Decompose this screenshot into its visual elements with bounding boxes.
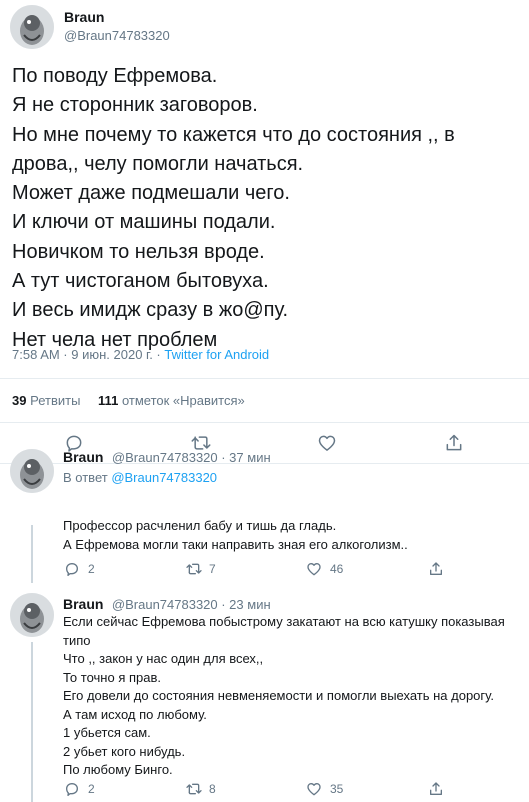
tweet-line: Но мне почему то кажется что до состояни… <box>12 123 455 146</box>
thread-line <box>31 642 33 802</box>
author-handle[interactable]: @Braun74783320 <box>64 28 170 43</box>
like-count: 35 <box>330 782 344 796</box>
tweet-line: Новичком то нельзя вроде. <box>12 240 265 263</box>
tweet-line: И ключи от машины подали. <box>12 211 276 234</box>
retweet-count: 7 <box>209 562 216 576</box>
reply-line: Профессор расчленил бабу и тишь да гладь… <box>63 518 337 533</box>
share-icon[interactable] <box>444 433 464 453</box>
reply-text: Профессор расчленил бабу и тишь да гладь… <box>63 517 408 554</box>
reply-header: Braun @Braun74783320 · 23 мин <box>63 596 271 614</box>
share-icon[interactable] <box>428 781 444 797</box>
reply-line: А там исход по любому. <box>63 706 207 722</box>
tweet-line: дрова,, челу помогли начаться. <box>12 152 304 175</box>
reply-header: Braun @Braun74783320 · 37 мин <box>63 449 271 467</box>
tweet-line: По поводу Ефремова. <box>12 65 218 87</box>
reply-line: А Ефремова могли таки направить зная его… <box>63 536 408 552</box>
retweet-count: 8 <box>209 782 216 796</box>
tweet-line: Может даже подмешали чего. <box>12 182 290 205</box>
heart-icon[interactable] <box>306 561 322 577</box>
tweet-meta: 7:58 AM · 9 июн. 2020 г. · Twitter for A… <box>12 347 269 362</box>
author-handle[interactable]: @Braun74783320 · 23 мин <box>112 597 271 612</box>
in-reply-handle[interactable]: @Braun74783320 <box>111 470 217 485</box>
reply-line: 2 убьет кого нибудь. <box>63 743 186 759</box>
source-link[interactable]: Twitter for Android <box>164 347 269 362</box>
heart-icon[interactable] <box>317 433 337 453</box>
retweets-stat[interactable]: 39 Ретвиты <box>12 393 80 408</box>
thread-line <box>31 525 33 583</box>
reply-line: Что ,, закон у нас один для всех,, <box>63 651 264 666</box>
divider <box>0 378 529 379</box>
reply-line: 1 убьется сам. <box>63 725 151 740</box>
retweet-icon[interactable] <box>185 781 203 797</box>
like-count: 46 <box>330 562 344 576</box>
tweet-stats: 39 Ретвиты 111 отметок «Нравится» <box>12 393 245 408</box>
divider <box>0 422 529 423</box>
reply-count: 2 <box>88 562 95 576</box>
tweet-line: И весь имидж сразу в жо@пу. <box>12 299 289 322</box>
author-handle[interactable]: @Braun74783320 · 37 мин <box>112 450 271 465</box>
share-icon[interactable] <box>428 561 444 577</box>
avatar[interactable] <box>10 593 54 637</box>
author-name[interactable]: Braun <box>64 9 104 25</box>
reply-line: То точно я прав. <box>63 669 161 685</box>
retweet-icon[interactable] <box>185 561 203 577</box>
author-name[interactable]: Braun <box>63 449 103 465</box>
timestamp[interactable]: 7:58 AM · 9 июн. 2020 г. · <box>12 347 164 362</box>
avatar[interactable] <box>10 449 54 493</box>
tweet-text: По поводу Ефремова. Я не сторонник загов… <box>12 62 517 355</box>
tweet-line: Я не сторонник заговоров. <box>12 94 258 117</box>
in-reply-to: В ответ @Braun74783320 <box>63 470 218 485</box>
reply-icon[interactable] <box>64 561 80 577</box>
avatar[interactable] <box>10 5 54 49</box>
likes-stat[interactable]: 111 отметок «Нравится» <box>98 393 245 408</box>
heart-icon[interactable] <box>306 781 322 797</box>
reply-line: Его довели до состояния невменяемости и … <box>63 688 494 703</box>
reply-line: Если сейчас Ефремова побыстрому закатают… <box>63 614 505 629</box>
reply-count: 2 <box>88 782 95 796</box>
author-name[interactable]: Braun <box>63 596 103 612</box>
reply-line: По любому Бинго. <box>63 762 173 777</box>
reply-icon[interactable] <box>64 781 80 797</box>
reply-text: Если сейчас Ефремова побыстрому закатают… <box>63 613 505 780</box>
reply-line: типо <box>63 632 91 648</box>
tweet-line: А тут чистоганом бытовуха. <box>12 270 269 293</box>
